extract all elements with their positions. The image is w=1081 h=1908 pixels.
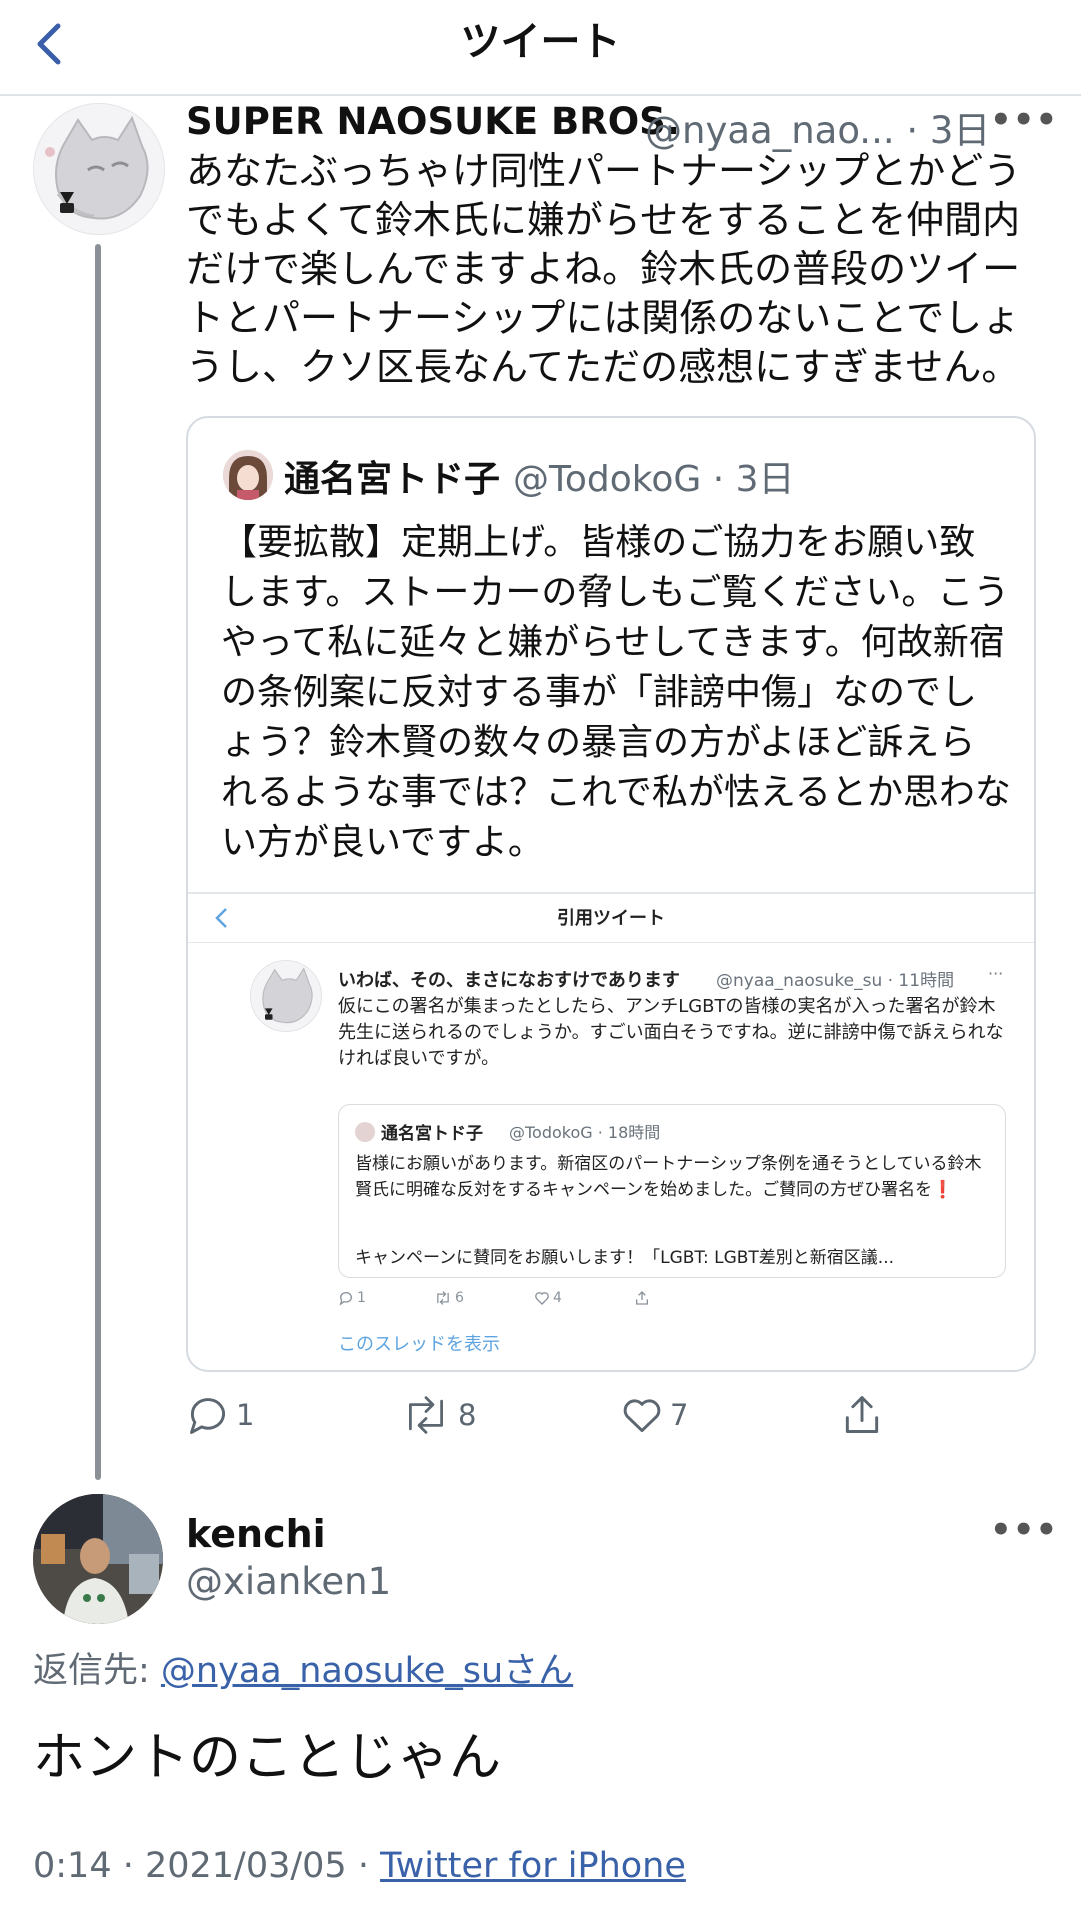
tweet-text: ホントのことじゃん [33,1728,502,1788]
author-name[interactable]: kenchi [186,1512,326,1556]
reply-to-link[interactable]: @nyaa_naosuke_suさん [161,1651,573,1691]
embedded-avatar [250,960,322,1032]
timestamp: 0:14 · 2021/03/05 · [33,1846,381,1886]
embedded-author-handle: @nyaa_naosuke_su · 11時間 [716,971,955,991]
embedded-title: 引用ツイート [557,908,665,929]
author-handle-and-time: @nyaa_nao... · 3日 [645,109,991,152]
reply-count: 1 [236,1398,255,1432]
inner-author-name: 通名宮トド子 [381,1124,483,1144]
reply-to-label: 返信先: [33,1651,161,1691]
inner-tweet-link-text: キャンペーンに賛同をお願いします！「LGBT: LGBT差別と新宿区議... [355,1248,895,1268]
avatar[interactable] [33,1494,163,1624]
retweet-icon [409,1396,443,1434]
embedded-reply-count: 1 [357,1290,366,1306]
quoted-tweet-text: 【要拡散】定期上げ。皆様のご協力をお願い致します。ストーカーの脅しもご覧ください… [221,522,1011,863]
embedded-retweet-count: 6 [455,1290,464,1306]
embedded-inner-quote: 通名宮トド子 @TodokoG · 18時間 皆様にお願いがあります。新宿区のパ… [338,1104,1006,1278]
embedded-header: 引用ツイート [188,894,1034,943]
reply-icon [339,1292,352,1306]
client-link[interactable]: Twitter for iPhone [380,1846,686,1886]
retweet-count: 8 [458,1398,477,1432]
page-title: ツイート [460,19,621,65]
quoted-author-avatar [223,450,273,500]
inner-author-handle: @TodokoG · 18時間 [509,1123,661,1142]
embedded-retweet: 6 [434,1290,464,1306]
quoted-author-handle-and-time: @TodokoG · 3日 [513,459,795,500]
top-bar: ツイート [0,0,1081,96]
embedded-tweet-text: 仮にこの署名が集まったとしたら、アンチLGBTの皆様の実名が入った署名が鈴木先生… [338,996,1004,1069]
tweet-text: あなたぶっちゃけ同性パートナーシップとかどうでもよくて鈴木氏に嫌がらせをすること… [186,149,1022,389]
show-thread-link: このスレッドを表示 [338,1334,500,1355]
heart-icon [535,1292,549,1305]
reply-to-line: 返信先: @nyaa_naosuke_suさん [33,1642,573,1693]
embedded-screenshot: 引用ツイート いわば、その、まさになおすけであります @nyaa_naosuke… [188,892,1034,1370]
quoted-author-name: 通名宮トド子 [284,459,501,500]
quoted-tweet-card[interactable]: 通名宮トド子 @TodokoG · 3日 【要拡散】定期上げ。皆様のご協力をお願… [186,416,1036,1372]
embedded-more-icon: ··· [988,964,1004,983]
inner-tweet-text: 皆様にお願いがあります。新宿区のパートナーシップ条例を通そうとしている鈴木賢氏に… [355,1154,982,1200]
share-icon [845,1396,879,1433]
more-options-icon[interactable]: ••• [990,1510,1058,1550]
reply-button[interactable]: 1 [186,1390,254,1440]
embedded-author-name: いわば、その、まさになおすけであります [338,970,680,991]
tweet-meta: 0:14 · 2021/03/05 · Twitter for iPhone [33,1846,686,1886]
reply-icon [190,1398,226,1434]
thread-connector-line [95,244,101,1480]
retweet-button[interactable]: 8 [400,1390,476,1440]
avatar[interactable] [33,103,165,235]
inner-avatar [355,1122,375,1142]
author-handle[interactable]: @xianken1 [186,1560,391,1603]
embedded-like-count: 4 [553,1290,562,1306]
more-options-icon[interactable]: ••• [990,100,1058,140]
share-icon [636,1291,648,1305]
heart-icon [623,1399,661,1433]
like-button[interactable]: 7 [620,1390,688,1440]
embedded-actions: 1 6 4 [338,1290,738,1320]
embedded-like: 4 [534,1290,562,1306]
like-count: 7 [670,1398,689,1432]
share-button[interactable] [840,1390,884,1440]
embedded-share [634,1290,650,1306]
author-name[interactable]: SUPER NAOSUKE BROS. [186,100,680,143]
retweet-icon [437,1291,449,1305]
embedded-reply: 1 [338,1290,366,1306]
